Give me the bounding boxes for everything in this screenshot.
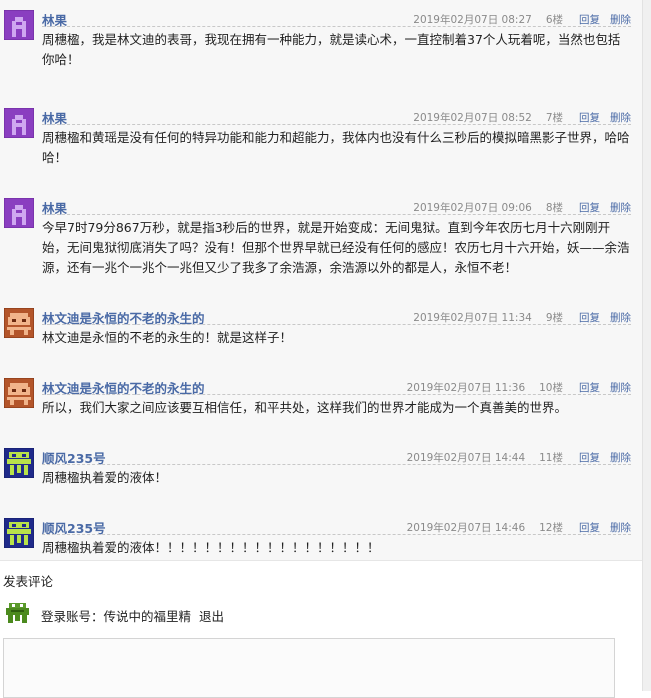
avatar[interactable] [4,198,34,228]
delete-link[interactable]: 删除 [610,522,631,534]
post-content: 周穗楹执着爱的液体！！！！！！！！！！！！！！！！！！ [42,540,380,555]
post-time: 2019年02月07日 08:52 [413,112,532,124]
post-content: 周穗楹，我是林文迪的表哥，我现在拥有一种能力，就是读心术，一直控制着37个人玩着… [42,32,621,67]
avatar[interactable] [4,518,34,548]
post-meta: 2019年02月07日 14:46 12楼 回复 删除 [407,520,631,535]
floor-number: 6楼 [545,14,563,26]
delete-link[interactable]: 删除 [610,202,631,214]
green-invader-icon [4,448,34,478]
brown-robot-icon [4,378,34,408]
avatar[interactable] [4,108,34,138]
post-time: 2019年02月07日 11:36 [406,382,526,394]
purple-a-icon [4,198,34,228]
floor-number: 8楼 [545,202,563,214]
reply-link[interactable]: 回复 [579,14,600,26]
post-meta: 2019年02月07日 14:44 11楼 回复 删除 [407,450,631,465]
reply-link[interactable]: 回复 [579,452,600,464]
list-item: 林果 2019年02月07日 08:27 6楼 回复 删除 周穗楹，我是林文迪的表哥，… [0,0,643,86]
list-item: 林文迪是永恒的不老的永生的 2019年02月07日 11:36 10楼 回复 删除 所… [0,368,643,428]
comment-textarea[interactable] [3,638,615,698]
delete-link[interactable]: 删除 [610,382,631,394]
delete-link[interactable]: 删除 [610,312,631,324]
list-item: 林文迪是永恒的不老的永生的 2019年02月07日 11:34 9楼 回复 删除 林文… [0,298,643,358]
divider [42,534,631,535]
divider [42,26,631,27]
divider [0,560,643,561]
post-meta: 2019年02月07日 08:52 7楼 回复 删除 [413,110,631,125]
post-content: 所以，我们大家之间应该要互相信任，和平共处，这样我们的世界才能成为一个真善美的世… [42,400,568,415]
reply-link[interactable]: 回复 [579,112,600,124]
post-meta: 2019年02月07日 11:36 10楼 回复 删除 [407,380,631,395]
comment-section-title: 发表评论 [3,574,54,589]
floor-number: 11楼 [539,452,563,464]
divider [42,464,631,465]
post-time: 2019年02月07日 11:34 [413,312,532,324]
green-frog-icon [3,599,32,628]
list-item: 林果 2019年02月07日 08:52 7楼 回复 删除 周穗楹和黄瑶是没有任何的特… [0,98,643,184]
divider [42,394,631,395]
post-time: 2019年02月07日 09:06 [413,202,532,214]
post-content: 周穗楹执着爱的液体！ [42,470,168,485]
post-meta: 2019年02月07日 08:27 6楼 回复 删除 [413,12,631,27]
avatar[interactable] [4,308,34,338]
login-account-label: 登录账号：传说中的福里精 [41,609,192,624]
post-time: 2019年02月07日 14:46 [406,522,526,534]
delete-link[interactable]: 删除 [610,112,631,124]
avatar[interactable] [4,448,34,478]
avatar[interactable] [4,378,34,408]
green-invader-icon [4,518,34,548]
post-content: 今早7时79分867万秒，就是指3秒后的世界，就是开始变成：无间鬼狱。直到今年农… [42,220,630,275]
floor-number: 12楼 [539,522,563,534]
reply-link[interactable]: 回复 [579,202,600,214]
floor-number: 10楼 [539,382,563,394]
post-time: 2019年02月07日 14:44 [406,452,526,464]
post-content: 周穗楹和黄瑶是没有任何的特异功能和能力和超能力，我体内也没有什么三秒后的模拟暗黑… [42,130,630,165]
avatar[interactable] [3,599,32,628]
list-item: 林果 2019年02月07日 09:06 8楼 回复 删除 今早7时79分867万秒，… [0,188,643,292]
comment-list: 林果 2019年02月07日 08:27 6楼 回复 删除 周穗楹，我是林文迪的表哥，… [0,0,643,560]
login-info: 登录账号：传说中的福里精 退出 [41,606,224,625]
purple-a-icon [4,108,34,138]
post-content: 林文迪是永恒的不老的永生的！就是这样子！ [42,330,293,345]
divider [42,214,631,215]
avatar[interactable] [4,10,34,40]
divider [42,124,631,125]
divider [42,324,631,325]
logout-link[interactable]: 退出 [199,609,224,624]
floor-number: 9楼 [545,312,563,324]
scrollbar[interactable] [642,0,651,691]
delete-link[interactable]: 删除 [610,14,631,26]
post-meta: 2019年02月07日 11:34 9楼 回复 删除 [413,310,631,325]
delete-link[interactable]: 删除 [610,452,631,464]
reply-link[interactable]: 回复 [579,382,600,394]
list-item: 顺风235号 2019年02月07日 14:46 12楼 回复 删除 周穗楹执着爱的液… [0,508,643,560]
list-item: 顺风235号 2019年02月07日 14:44 11楼 回复 删除 周穗楹执着爱的液… [0,438,643,498]
post-time: 2019年02月07日 08:27 [413,14,532,26]
reply-link[interactable]: 回复 [579,312,600,324]
brown-robot-icon [4,308,34,338]
purple-a-icon [4,10,34,40]
reply-link[interactable]: 回复 [579,522,600,534]
post-meta: 2019年02月07日 09:06 8楼 回复 删除 [413,200,631,215]
page: 林果 2019年02月07日 08:27 6楼 回复 删除 周穗楹，我是林文迪的表哥，… [0,0,651,698]
floor-number: 7楼 [545,112,563,124]
